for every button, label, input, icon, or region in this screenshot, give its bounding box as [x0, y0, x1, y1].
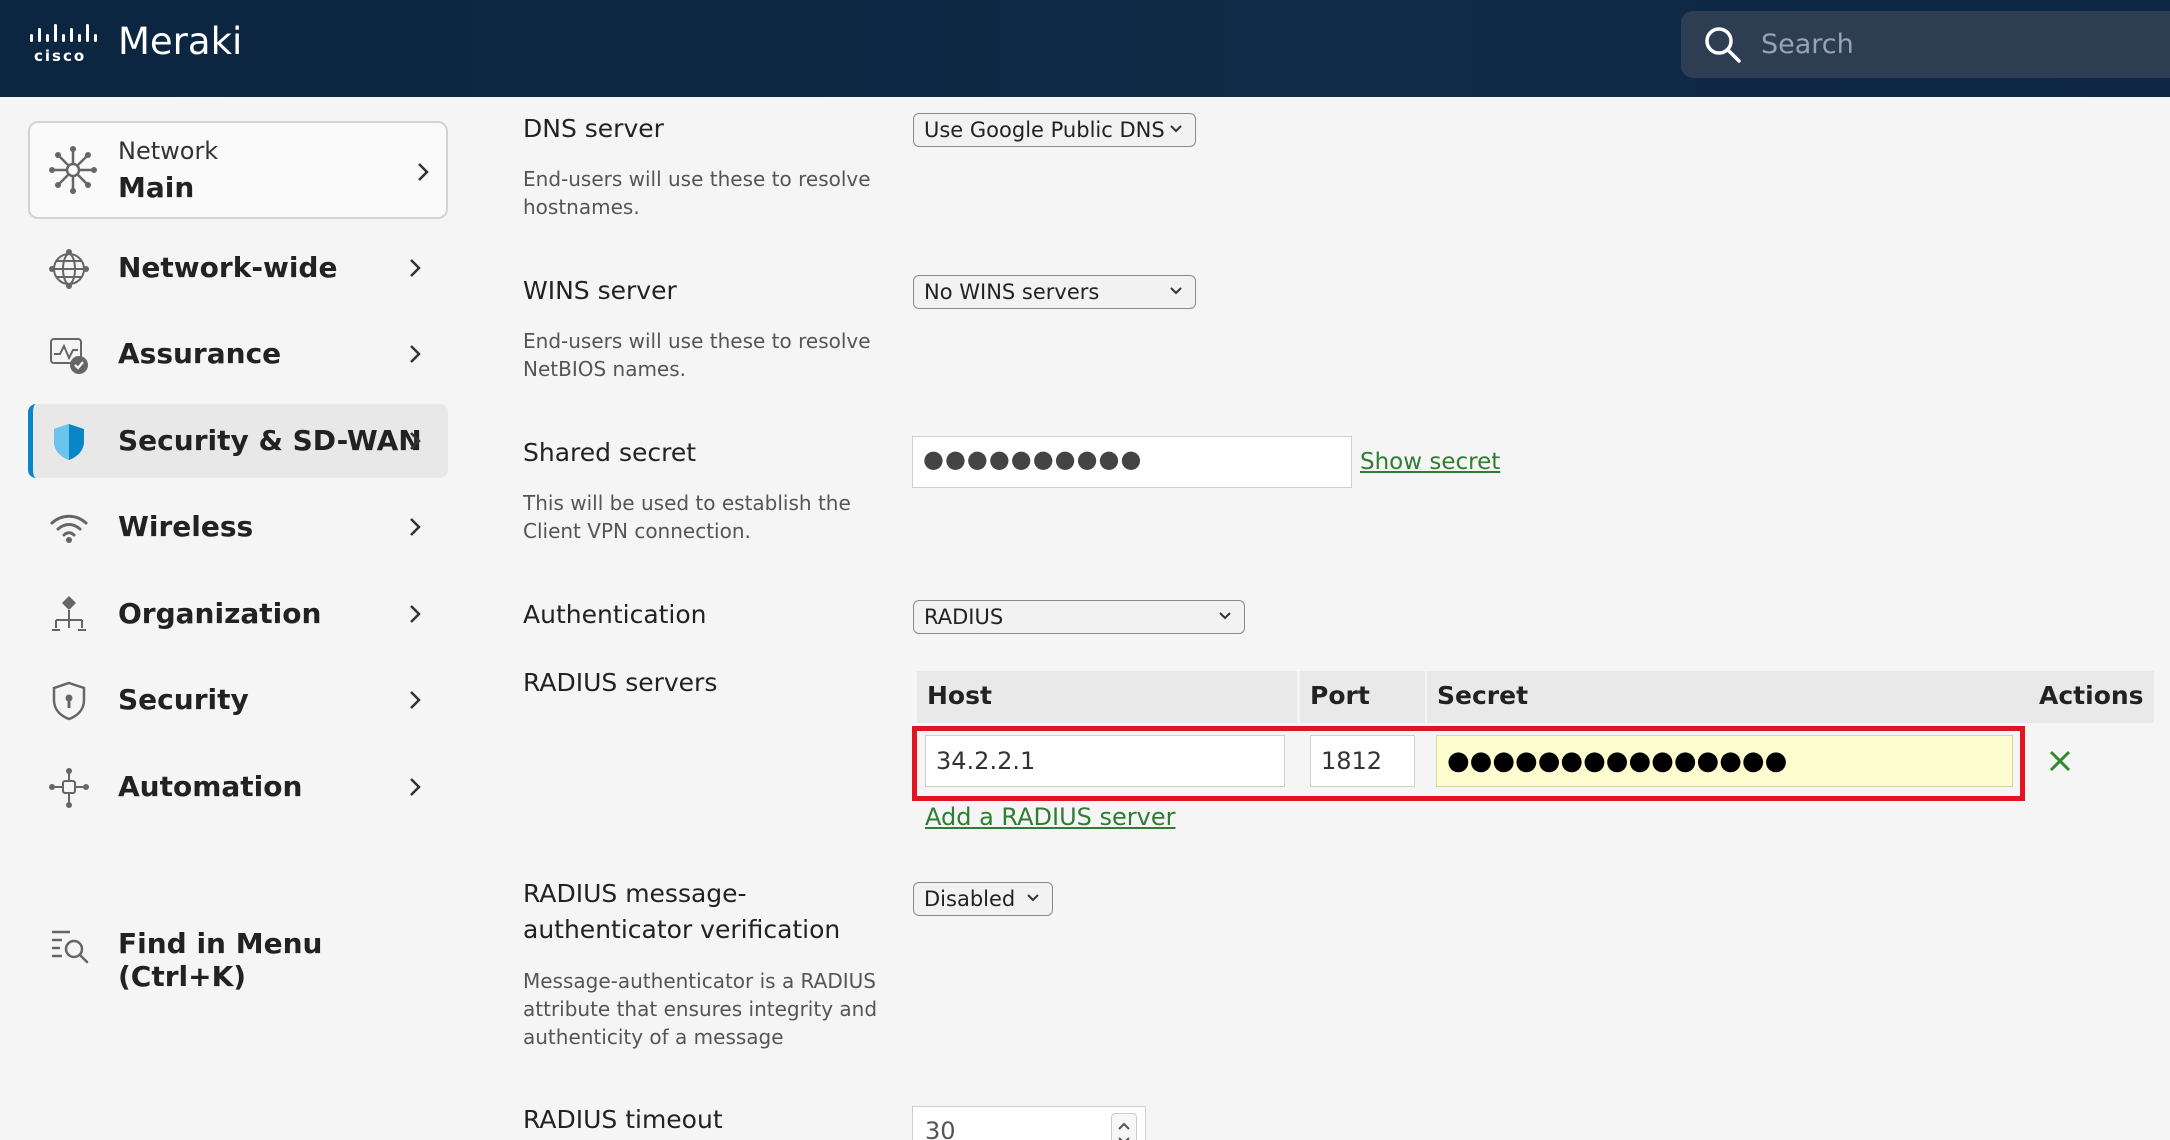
- chevron-right-icon: [410, 259, 421, 277]
- sidebar-item-automation[interactable]: Automation: [28, 750, 448, 824]
- search-icon: [1705, 27, 1741, 63]
- find-in-menu[interactable]: Find in Menu (Ctrl+K): [28, 907, 448, 993]
- network-selector[interactable]: Network Main: [28, 121, 448, 219]
- wins-server-description: End-users will use these to resolve NetB…: [523, 329, 871, 381]
- dns-server-value: Use Google Public DNS: [924, 118, 1165, 142]
- cisco-logo-text: cisco: [34, 47, 86, 64]
- show-secret-link[interactable]: Show secret: [1360, 449, 1500, 475]
- wifi-icon: [50, 514, 88, 543]
- search-box[interactable]: [1681, 11, 2170, 78]
- chevron-right-icon: [410, 345, 421, 363]
- radius-timeout-value: 30: [925, 1117, 956, 1140]
- authentication-label: Authentication: [523, 600, 707, 629]
- shared-secret-field[interactable]: ●●●●●●●●●●: [912, 436, 1352, 488]
- sidebar-item-organization[interactable]: Organization: [28, 577, 448, 651]
- sidebar-item-label: Assurance: [118, 337, 282, 370]
- search-input[interactable]: [1761, 23, 2141, 65]
- sidebar-item-label: Security: [118, 683, 249, 716]
- network-label: Network: [118, 137, 219, 165]
- column-header-secret: Secret: [1427, 671, 2067, 723]
- globe-icon: [49, 249, 89, 289]
- organization-icon: [52, 596, 86, 631]
- shared-secret-masked: ●●●●●●●●●●: [923, 445, 1143, 473]
- chevron-down-icon: [1219, 612, 1231, 620]
- sidebar-item-label: Organization: [118, 597, 322, 630]
- dns-server-description: End-users will use these to resolve host…: [523, 167, 871, 219]
- chevron-right-icon: [410, 605, 421, 623]
- sidebar-item-label: Wireless: [118, 510, 254, 543]
- radius-timeout-label: RADIUS timeout: [523, 1105, 723, 1134]
- network-icon: [49, 146, 97, 194]
- chevron-right-icon: [410, 691, 421, 709]
- radius-servers-label: RADIUS servers: [523, 668, 718, 697]
- assurance-icon: [50, 338, 88, 374]
- msg-auth-select[interactable]: Disabled: [913, 882, 1053, 916]
- chevron-right-icon: [418, 163, 429, 181]
- shield-icon: [54, 424, 84, 460]
- msg-auth-label-line2: authenticator verification: [523, 915, 841, 944]
- menu-search-icon: [52, 930, 89, 964]
- column-header-host: Host: [917, 671, 1297, 723]
- sidebar-item-assurance[interactable]: Assurance: [28, 317, 448, 391]
- chevron-down-icon: [1170, 287, 1182, 295]
- wins-server-select[interactable]: No WINS servers: [913, 275, 1196, 309]
- add-radius-server-link[interactable]: Add a RADIUS server: [925, 803, 1176, 831]
- wins-server-label: WINS server: [523, 276, 677, 305]
- column-header-actions: Actions: [2029, 671, 2154, 723]
- automation-icon: [49, 768, 89, 808]
- find-in-menu-label: Find in Menu (Ctrl+K): [118, 927, 323, 993]
- dns-server-select[interactable]: Use Google Public DNS: [913, 113, 1196, 147]
- authentication-value: RADIUS: [924, 605, 1004, 629]
- security-shield-icon: [52, 681, 86, 721]
- sidebar: Network Main Network-wide Assurance Secu…: [0, 97, 470, 1140]
- shared-secret-label: Shared secret: [523, 438, 697, 467]
- msg-auth-value: Disabled: [924, 887, 1016, 911]
- cisco-logo[interactable]: cisco: [28, 22, 100, 65]
- wins-server-value: No WINS servers: [924, 280, 1100, 304]
- sidebar-item-security[interactable]: Security: [28, 663, 448, 737]
- highlight-box: [912, 726, 2025, 801]
- chevron-right-icon: [410, 518, 421, 536]
- sidebar-item-label: Security & SD-WAN: [118, 424, 422, 457]
- msg-auth-label-line1: RADIUS message-: [523, 879, 747, 908]
- top-bar: cisco Meraki: [0, 0, 2170, 97]
- sidebar-item-wireless[interactable]: Wireless: [28, 490, 448, 564]
- chevron-right-icon: [410, 432, 421, 450]
- chevron-down-icon: [1027, 894, 1039, 902]
- shared-secret-description: This will be used to establish the Clien…: [523, 491, 851, 543]
- msg-auth-description: Message-authenticator is a RADIUS attrib…: [523, 969, 878, 1049]
- chevron-down-icon: [1170, 125, 1182, 133]
- vpn-settings-form: DNS server End-users will use these to r…: [470, 97, 2170, 1140]
- authentication-select[interactable]: RADIUS: [913, 600, 1245, 634]
- dns-server-label: DNS server: [523, 114, 664, 143]
- app-name: Meraki: [118, 20, 243, 63]
- sidebar-item-label: Automation: [118, 770, 303, 803]
- sidebar-item-network-wide[interactable]: Network-wide: [28, 231, 448, 305]
- stepper-arrows-icon: [1118, 1122, 1130, 1140]
- sidebar-item-security-sd-wan[interactable]: Security & SD-WAN: [28, 404, 448, 478]
- network-value: Main: [118, 171, 195, 204]
- chevron-right-icon: [410, 778, 421, 796]
- column-header-port: Port: [1300, 671, 1425, 723]
- delete-icon[interactable]: [2048, 749, 2072, 773]
- radius-timeout-field[interactable]: 30: [912, 1106, 1146, 1140]
- number-stepper[interactable]: [1111, 1113, 1137, 1140]
- sidebar-item-label: Network-wide: [118, 251, 338, 284]
